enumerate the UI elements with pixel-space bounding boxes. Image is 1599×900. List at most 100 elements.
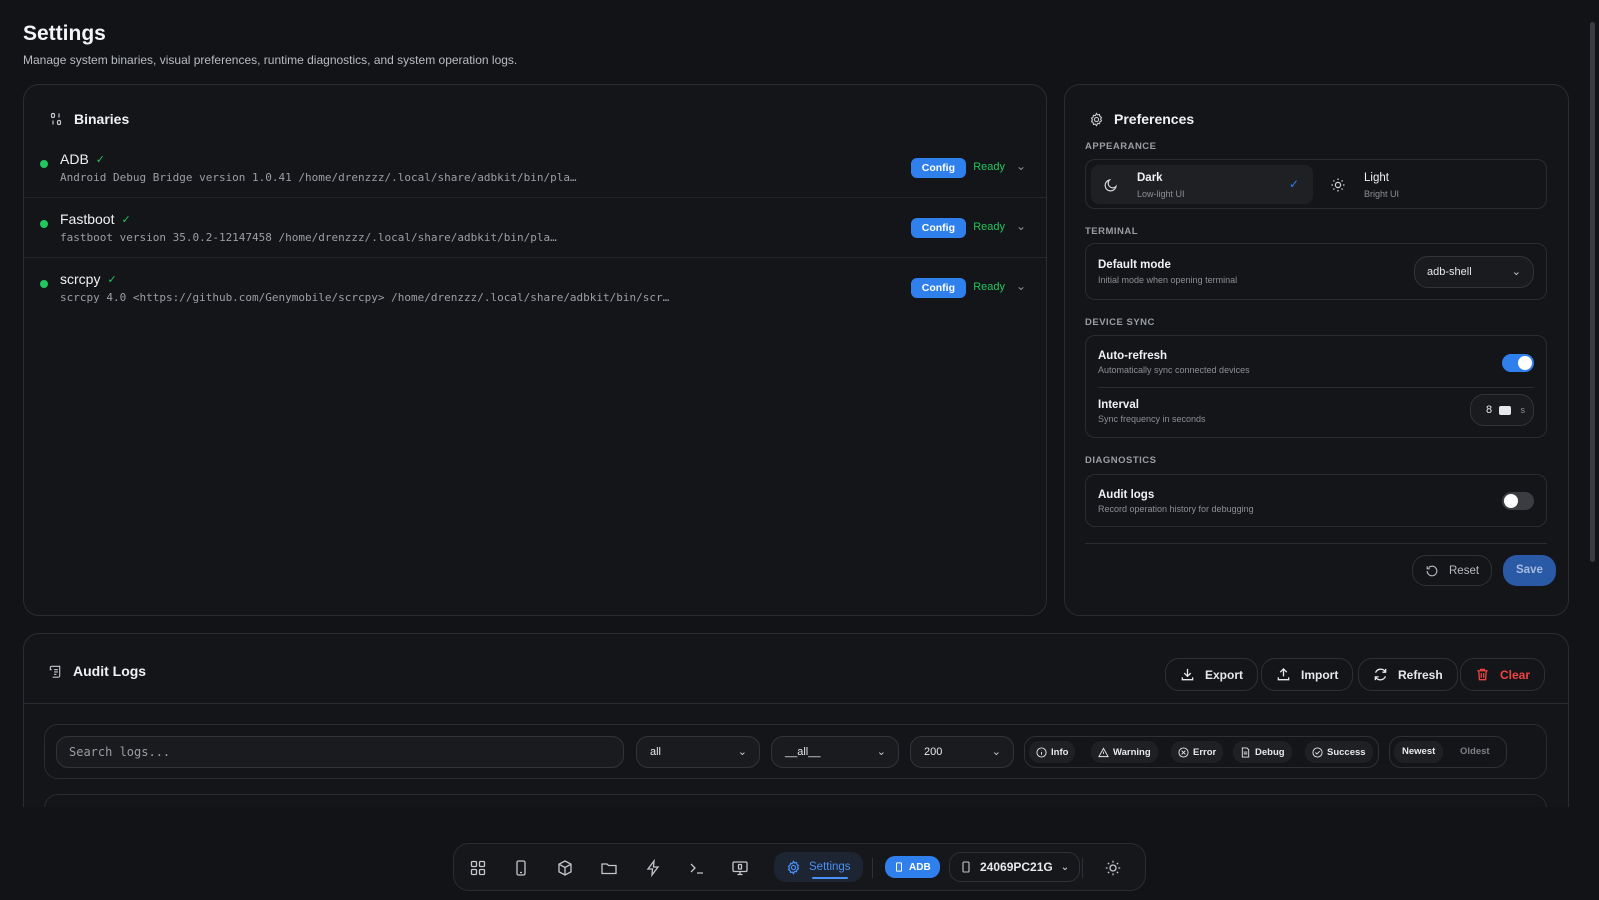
- binary-icon: [50, 112, 62, 126]
- source-filter-select[interactable]: __all__ ⌄: [771, 736, 899, 768]
- default-mode-title: Default mode: [1098, 259, 1171, 271]
- bottom-dock: Settings ADB 24069PC21G ⌄: [453, 843, 1146, 891]
- theme-dark-option[interactable]: Dark Low-light UI ✓: [1091, 165, 1313, 204]
- binary-name: ADB ✓: [60, 151, 106, 167]
- reset-button[interactable]: Reset: [1412, 555, 1493, 586]
- sort-newest[interactable]: Newest: [1394, 741, 1444, 763]
- page-scrollbar[interactable]: [1585, 0, 1599, 900]
- package-icon[interactable]: [556, 859, 574, 877]
- level-info-toggle[interactable]: Info: [1029, 741, 1076, 763]
- status-badge: Ready: [973, 281, 1005, 293]
- audit-logs-sub: Record operation history for debugging: [1098, 504, 1254, 514]
- check-circle-icon: [1312, 746, 1323, 758]
- divider: [1085, 543, 1547, 544]
- check-icon: ✓: [121, 213, 131, 226]
- theme-light-title: Light: [1364, 172, 1389, 184]
- clear-button[interactable]: Clear: [1460, 658, 1546, 691]
- auto-refresh-toggle[interactable]: [1502, 354, 1534, 372]
- binary-row-fastboot[interactable]: Fastboot ✓ fastboot version 35.0.2-121474…: [24, 197, 1046, 258]
- preferences-title: Preferences: [1114, 111, 1195, 127]
- dock-divider: [872, 858, 873, 878]
- phone-icon: [962, 861, 970, 873]
- screen-mirror-icon[interactable]: [731, 859, 749, 877]
- level-error-toggle[interactable]: Error: [1171, 741, 1224, 763]
- level-filter-select[interactable]: all ⌄: [636, 736, 760, 768]
- binaries-card: Binaries ADB ✓ Android Debug Bridge versi…: [23, 84, 1047, 616]
- binary-name: Fastboot ✓: [60, 211, 131, 227]
- folder-icon[interactable]: [600, 859, 618, 877]
- sun-icon[interactable]: [1104, 859, 1122, 877]
- check-icon: ✓: [1288, 177, 1299, 191]
- config-button[interactable]: Config: [910, 278, 966, 298]
- status-dot: [40, 280, 48, 288]
- active-indicator: [812, 877, 848, 879]
- default-mode-select[interactable]: adb-shell ⌄: [1414, 256, 1534, 288]
- auto-refresh-title: Auto-refresh: [1098, 350, 1168, 362]
- interval-title: Interval: [1098, 399, 1139, 411]
- binary-path: fastboot version 35.0.2-12147458 /home/d…: [60, 231, 557, 244]
- chevron-down-icon[interactable]: ⌄: [1016, 219, 1026, 233]
- phone-icon[interactable]: [512, 859, 530, 877]
- spinner-icon[interactable]: [1499, 406, 1511, 415]
- page-title: Settings: [23, 22, 106, 45]
- device-selector[interactable]: 24069PC21G ⌄: [949, 852, 1081, 882]
- sort-toggle: Newest Oldest: [1389, 736, 1507, 768]
- theme-selector: Dark Low-light UI ✓ Light Bright UI: [1085, 159, 1547, 209]
- chevron-down-icon[interactable]: ⌄: [1016, 279, 1026, 293]
- refresh-button[interactable]: Refresh: [1358, 658, 1458, 691]
- save-button[interactable]: Save: [1503, 555, 1556, 586]
- interval-value: 8: [1486, 404, 1493, 416]
- moon-icon: [1104, 179, 1117, 192]
- interval-input[interactable]: 8 s: [1470, 394, 1534, 426]
- export-button[interactable]: Export: [1165, 658, 1259, 691]
- config-button[interactable]: Config: [910, 158, 966, 178]
- chevron-down-icon[interactable]: ⌄: [1016, 159, 1026, 173]
- level-debug-toggle[interactable]: Debug: [1233, 741, 1292, 763]
- info-icon: [1036, 746, 1047, 758]
- audit-logs-title: Audit Logs: [73, 663, 147, 679]
- binary-row-adb[interactable]: ADB ✓ Android Debug Bridge version 1.0.41…: [24, 137, 1046, 198]
- settings-nav-label: Settings: [809, 861, 851, 873]
- theme-light-option[interactable]: Light Bright UI: [1318, 165, 1536, 204]
- settings-nav-button[interactable]: Settings: [774, 852, 863, 882]
- search-logs-input[interactable]: [56, 736, 624, 768]
- status-dot: [40, 220, 48, 228]
- toggle-knob: [1504, 494, 1518, 508]
- level-warning-toggle[interactable]: Warning: [1091, 741, 1158, 763]
- bolt-icon[interactable]: [644, 859, 662, 877]
- theme-dark-title: Dark: [1137, 172, 1163, 184]
- upload-icon: [1277, 667, 1290, 681]
- terminal-label: TERMINAL: [1085, 226, 1139, 237]
- trash-icon: [1477, 668, 1488, 681]
- log-level-toggles: Info Warning Error Debug Success: [1024, 736, 1379, 768]
- limit-filter-select[interactable]: 200 ⌄: [910, 736, 1014, 768]
- check-icon: ✓: [95, 153, 106, 166]
- gear-icon: [787, 859, 800, 875]
- interval-sub: Sync frequency in seconds: [1098, 414, 1206, 424]
- scroll-icon: [49, 665, 61, 678]
- binary-row-scrcpy[interactable]: scrcpy ✓ scrcpy 4.0 <https://github.com/G…: [24, 257, 1046, 318]
- audit-logs-title: Audit logs: [1098, 489, 1155, 501]
- binary-path: scrcpy 4.0 <https://github.com/Genymobil…: [60, 291, 670, 304]
- download-icon: [1181, 668, 1194, 681]
- level-success-toggle[interactable]: Success: [1305, 741, 1373, 763]
- log-filter-bar: all ⌄ __all__ ⌄ 200 ⌄ Info Warning Error: [44, 724, 1547, 779]
- page-subtitle: Manage system binaries, visual preferenc…: [23, 53, 518, 67]
- scrollbar-thumb[interactable]: [1590, 22, 1595, 562]
- diagnostics-settings: Audit logs Record operation history for …: [1085, 474, 1547, 527]
- config-button[interactable]: Config: [910, 218, 966, 238]
- terminal-icon[interactable]: [688, 859, 706, 877]
- auto-refresh-sub: Automatically sync connected devices: [1098, 365, 1250, 375]
- adb-mode-badge[interactable]: ADB: [885, 856, 940, 878]
- binary-path: Android Debug Bridge version 1.0.41 /hom…: [60, 171, 577, 184]
- binaries-title: Binaries: [74, 111, 130, 127]
- status-badge: Ready: [973, 221, 1005, 233]
- dashboard-icon[interactable]: [469, 859, 487, 877]
- chevron-down-icon: ⌄: [991, 746, 1001, 758]
- terminal-settings: Default mode Initial mode when opening t…: [1085, 243, 1547, 300]
- sort-oldest[interactable]: Oldest: [1452, 741, 1498, 763]
- level-filter-value: all: [650, 746, 662, 758]
- audit-logs-toggle[interactable]: [1502, 492, 1534, 510]
- status-dot: [40, 160, 48, 168]
- import-button[interactable]: Import: [1261, 658, 1354, 691]
